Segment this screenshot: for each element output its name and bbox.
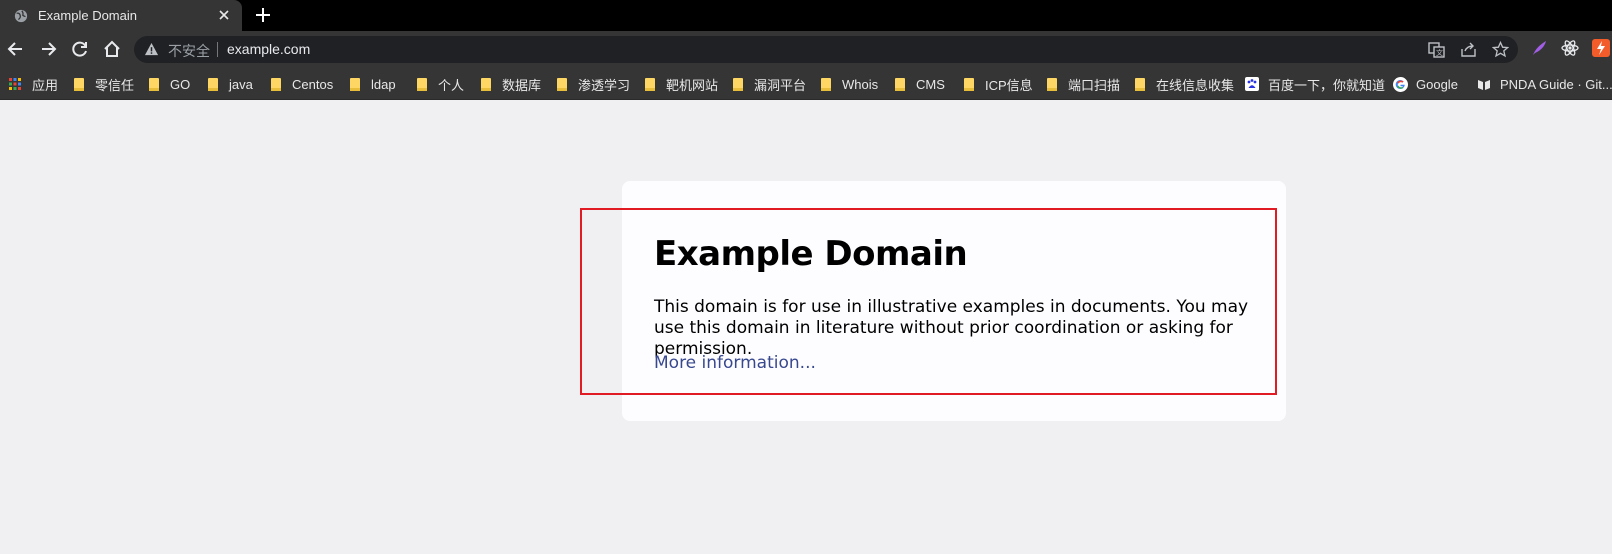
bookmark-label: 漏洞平台 (754, 77, 807, 93)
omnibox-divider (217, 42, 218, 57)
bookmark-label: ICP信息 (985, 77, 1033, 93)
apps-grid-icon (9, 78, 21, 90)
bookmark-label: 在线信息收集 (1156, 77, 1235, 93)
svg-text:文: 文 (1436, 48, 1443, 57)
forward-arrow-icon[interactable] (38, 39, 58, 59)
bookmark-folder[interactable]: 漏洞平台 (733, 75, 806, 93)
folder-icon (417, 77, 427, 91)
globe-icon (14, 9, 28, 23)
more-information-link[interactable]: More information... (654, 353, 816, 373)
warning-triangle-icon[interactable] (144, 42, 159, 57)
bookmark-gitbook[interactable]: PNDA Guide · Git... (1477, 75, 1612, 93)
bookmark-folder[interactable]: GO (149, 75, 190, 93)
tab-strip: Example Domain (0, 0, 1612, 31)
security-label[interactable]: 不安全 (168, 41, 210, 61)
bookmark-folder[interactable]: ICP信息 (964, 75, 1033, 93)
bookmark-label: Google (1416, 76, 1458, 92)
folder-icon (1047, 77, 1057, 91)
folder-icon (74, 77, 84, 91)
tab-example-domain[interactable]: Example Domain (0, 0, 242, 31)
bookmark-label: ldap (371, 76, 396, 92)
bookmark-folder[interactable]: ldap (350, 75, 396, 93)
folder-icon (645, 77, 655, 91)
close-icon[interactable] (217, 8, 231, 22)
bookmark-label: 渗透学习 (578, 77, 631, 93)
bookmark-folder[interactable]: 个人 (417, 75, 464, 93)
bookmark-folder[interactable]: java (208, 75, 253, 93)
bookmark-label: PNDA Guide · Git... (1500, 76, 1612, 92)
page-description: This domain is for use in illustrative e… (654, 297, 1249, 359)
folder-icon (964, 77, 974, 91)
folder-icon (733, 77, 743, 91)
react-extension-icon[interactable] (1561, 39, 1579, 57)
bookmark-folder[interactable]: 在线信息收集 (1135, 75, 1234, 93)
folder-icon (1135, 77, 1145, 91)
bookmark-label: 零信任 (95, 77, 135, 93)
bookmark-label: 个人 (438, 77, 465, 93)
bookmark-folder[interactable]: Whois (821, 75, 878, 93)
bookmark-label: 百度一下，你就知道 (1268, 77, 1386, 93)
folder-icon (481, 77, 491, 91)
bookmark-folder[interactable]: 端口扫描 (1047, 75, 1120, 93)
page-title: Example Domain (654, 234, 968, 274)
folder-icon (350, 77, 360, 91)
bookmark-folder[interactable]: 靶机网站 (645, 75, 718, 93)
plus-icon[interactable] (254, 6, 272, 24)
folder-icon (557, 77, 567, 91)
baidu-icon (1245, 77, 1259, 91)
bookmark-folder[interactable]: CMS (895, 75, 945, 93)
gitbook-icon (1478, 80, 1490, 90)
reload-icon[interactable] (70, 39, 90, 59)
bookmark-folder[interactable]: 数据库 (481, 75, 541, 93)
folder-icon (895, 77, 905, 91)
folder-icon (821, 77, 831, 91)
translate-icon[interactable]: 文 (1428, 41, 1445, 58)
folder-icon (271, 77, 281, 91)
bookmark-label: 数据库 (502, 77, 542, 93)
folder-icon (208, 77, 218, 91)
home-icon[interactable] (102, 39, 122, 59)
star-icon[interactable] (1492, 41, 1509, 58)
bookmark-folder[interactable]: Centos (271, 75, 333, 93)
bookmark-apps[interactable]: 应用 (9, 75, 58, 93)
bookmark-label: CMS (916, 76, 945, 92)
bookmark-label: 端口扫描 (1068, 77, 1121, 93)
tab-title: Example Domain (38, 8, 137, 23)
feather-extension-icon[interactable] (1530, 39, 1548, 57)
bookmark-baidu[interactable]: 百度一下，你就知道 (1245, 75, 1385, 93)
back-arrow-icon[interactable] (6, 39, 26, 59)
bookmark-label: 应用 (32, 77, 59, 93)
bookmark-label: Centos (292, 76, 334, 92)
bookmark-label: GO (170, 76, 191, 92)
bookmark-label: 靶机网站 (666, 77, 719, 93)
toolbar: 不安全 example.com 文 (0, 31, 1612, 68)
google-icon (1393, 76, 1408, 92)
address-bar[interactable]: 不安全 example.com 文 (134, 36, 1518, 63)
bookmarks-bar: 应用 零信任 GO java Centos ldap 个人 数据库 渗透学习 靶… (0, 68, 1612, 100)
bookmark-folder[interactable]: 零信任 (74, 75, 134, 93)
lightning-extension-icon[interactable] (1592, 39, 1610, 57)
bookmark-label: java (229, 76, 253, 92)
url-text[interactable]: example.com (227, 41, 310, 57)
share-icon[interactable] (1460, 41, 1477, 58)
bookmark-folder[interactable]: 渗透学习 (557, 75, 630, 93)
folder-icon (149, 77, 159, 91)
bookmark-google[interactable]: Google (1393, 75, 1458, 93)
bookmark-label: Whois (842, 76, 879, 92)
